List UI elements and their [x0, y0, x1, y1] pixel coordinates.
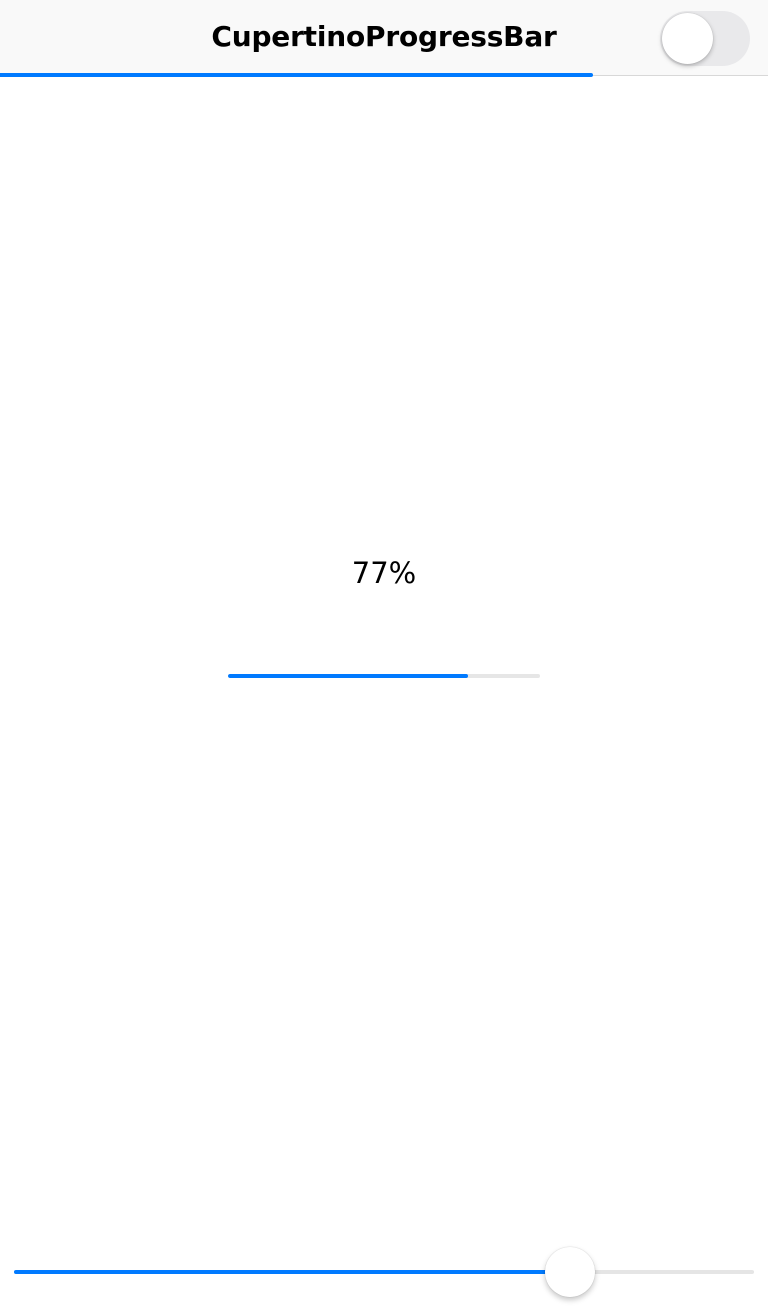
navigation-bar: CupertinoProgressBar: [0, 0, 768, 76]
progress-bar-fill: [228, 674, 469, 678]
app-screen: CupertinoProgressBar 77%: [0, 0, 768, 1311]
progress-percent-label: 77%: [351, 556, 417, 590]
slider-thumb[interactable]: [545, 1247, 596, 1297]
toggle-knob[interactable]: [662, 13, 713, 64]
slider-fill: [14, 1270, 571, 1274]
progress-slider[interactable]: [14, 1246, 754, 1298]
nav-progress-fill: [0, 73, 593, 77]
toggle-switch[interactable]: [660, 11, 750, 66]
nav-progress-bar: [0, 73, 768, 77]
progress-bar: [228, 674, 540, 678]
page-title: CupertinoProgressBar: [211, 20, 557, 53]
